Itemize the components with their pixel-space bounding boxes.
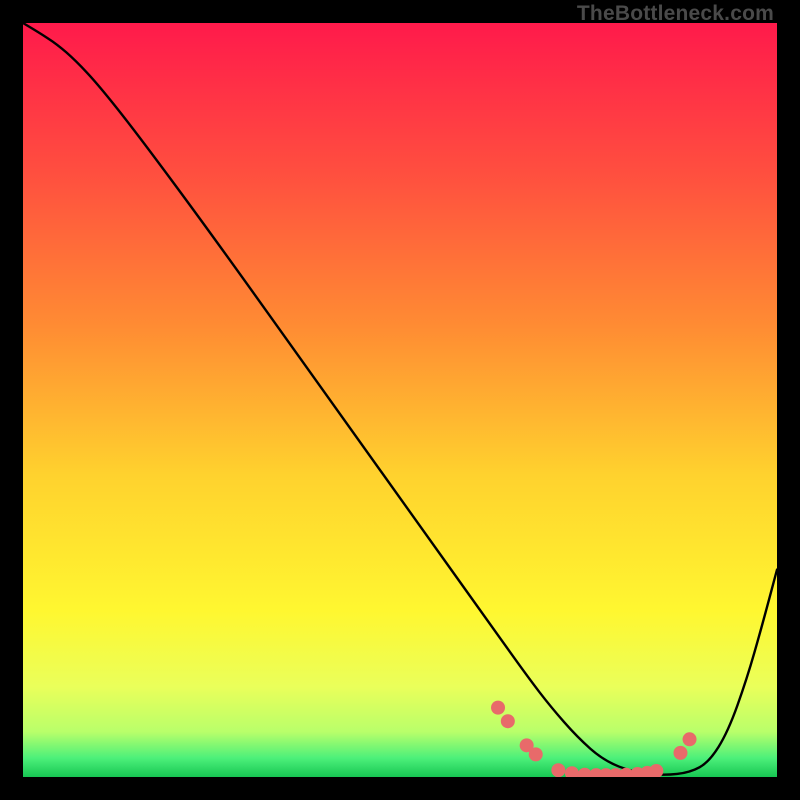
highlight-dot (529, 747, 543, 761)
highlight-dot (501, 714, 515, 728)
highlight-dot (673, 746, 687, 760)
highlight-dot (683, 732, 697, 746)
highlight-dot (551, 763, 565, 777)
chart-frame (23, 23, 777, 777)
bottleneck-chart (23, 23, 777, 777)
gradient-background (23, 23, 777, 777)
highlight-dot (491, 701, 505, 715)
